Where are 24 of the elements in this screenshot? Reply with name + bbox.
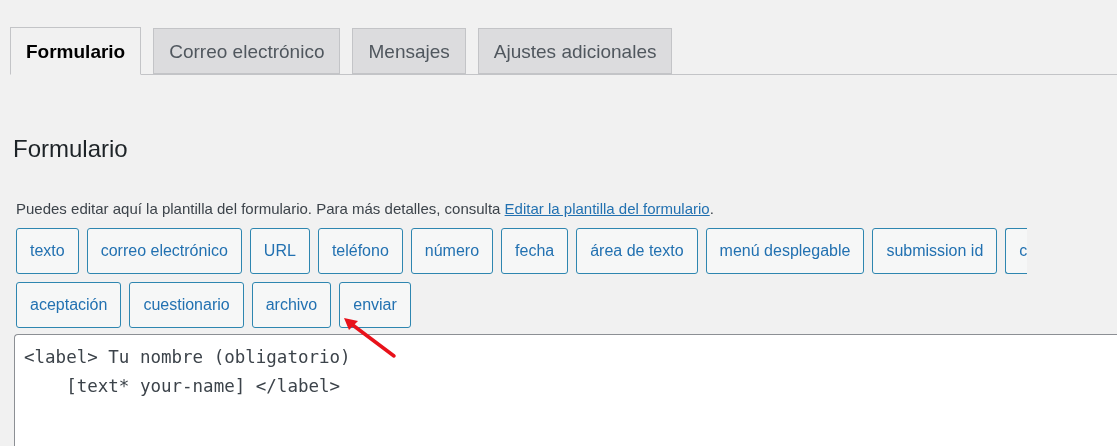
tag-button[interactable]: archivo	[251, 282, 332, 329]
tag-button[interactable]: área de texto	[576, 228, 698, 275]
form-template-editor[interactable]: <label> Tu nombre (obligatorio) [text* your-name] </label>	[14, 334, 1117, 446]
tag-button[interactable]: aceptación	[16, 282, 122, 329]
tag-button[interactable]: fecha	[501, 228, 569, 275]
tab[interactable]: Correo electrónico	[153, 28, 341, 74]
template-help-link[interactable]: Editar la plantilla del formulario	[504, 199, 710, 217]
tag-button[interactable]: URL	[249, 228, 310, 275]
tab[interactable]: Formulario	[10, 27, 142, 75]
tag-button[interactable]: c	[1005, 228, 1028, 275]
tab[interactable]: Mensajes	[352, 28, 466, 74]
tag-button[interactable]: menú desplegable	[705, 228, 865, 275]
tag-button[interactable]: cuestionario	[129, 282, 244, 329]
code-line: [text* your-name] </label>	[65, 375, 341, 399]
description-text: Puedes editar aquí la plantilla del formulario. Para más detalles, consulta Editar la plantilla del formulario.	[16, 198, 715, 219]
tab[interactable]: Ajustes adicionales	[477, 28, 673, 74]
section-heading: Formulario	[13, 135, 129, 164]
tag-button[interactable]: teléfono	[317, 228, 403, 275]
code-line: <label> Tu nombre (obligatorio)	[24, 346, 351, 370]
tag-button[interactable]: número	[410, 228, 494, 275]
tag-button[interactable]: submission id	[872, 228, 998, 275]
tag-button[interactable]: correo electrónico	[86, 228, 242, 275]
tag-button[interactable]: texto	[16, 228, 79, 275]
tag-button[interactable]: enviar	[339, 282, 411, 329]
